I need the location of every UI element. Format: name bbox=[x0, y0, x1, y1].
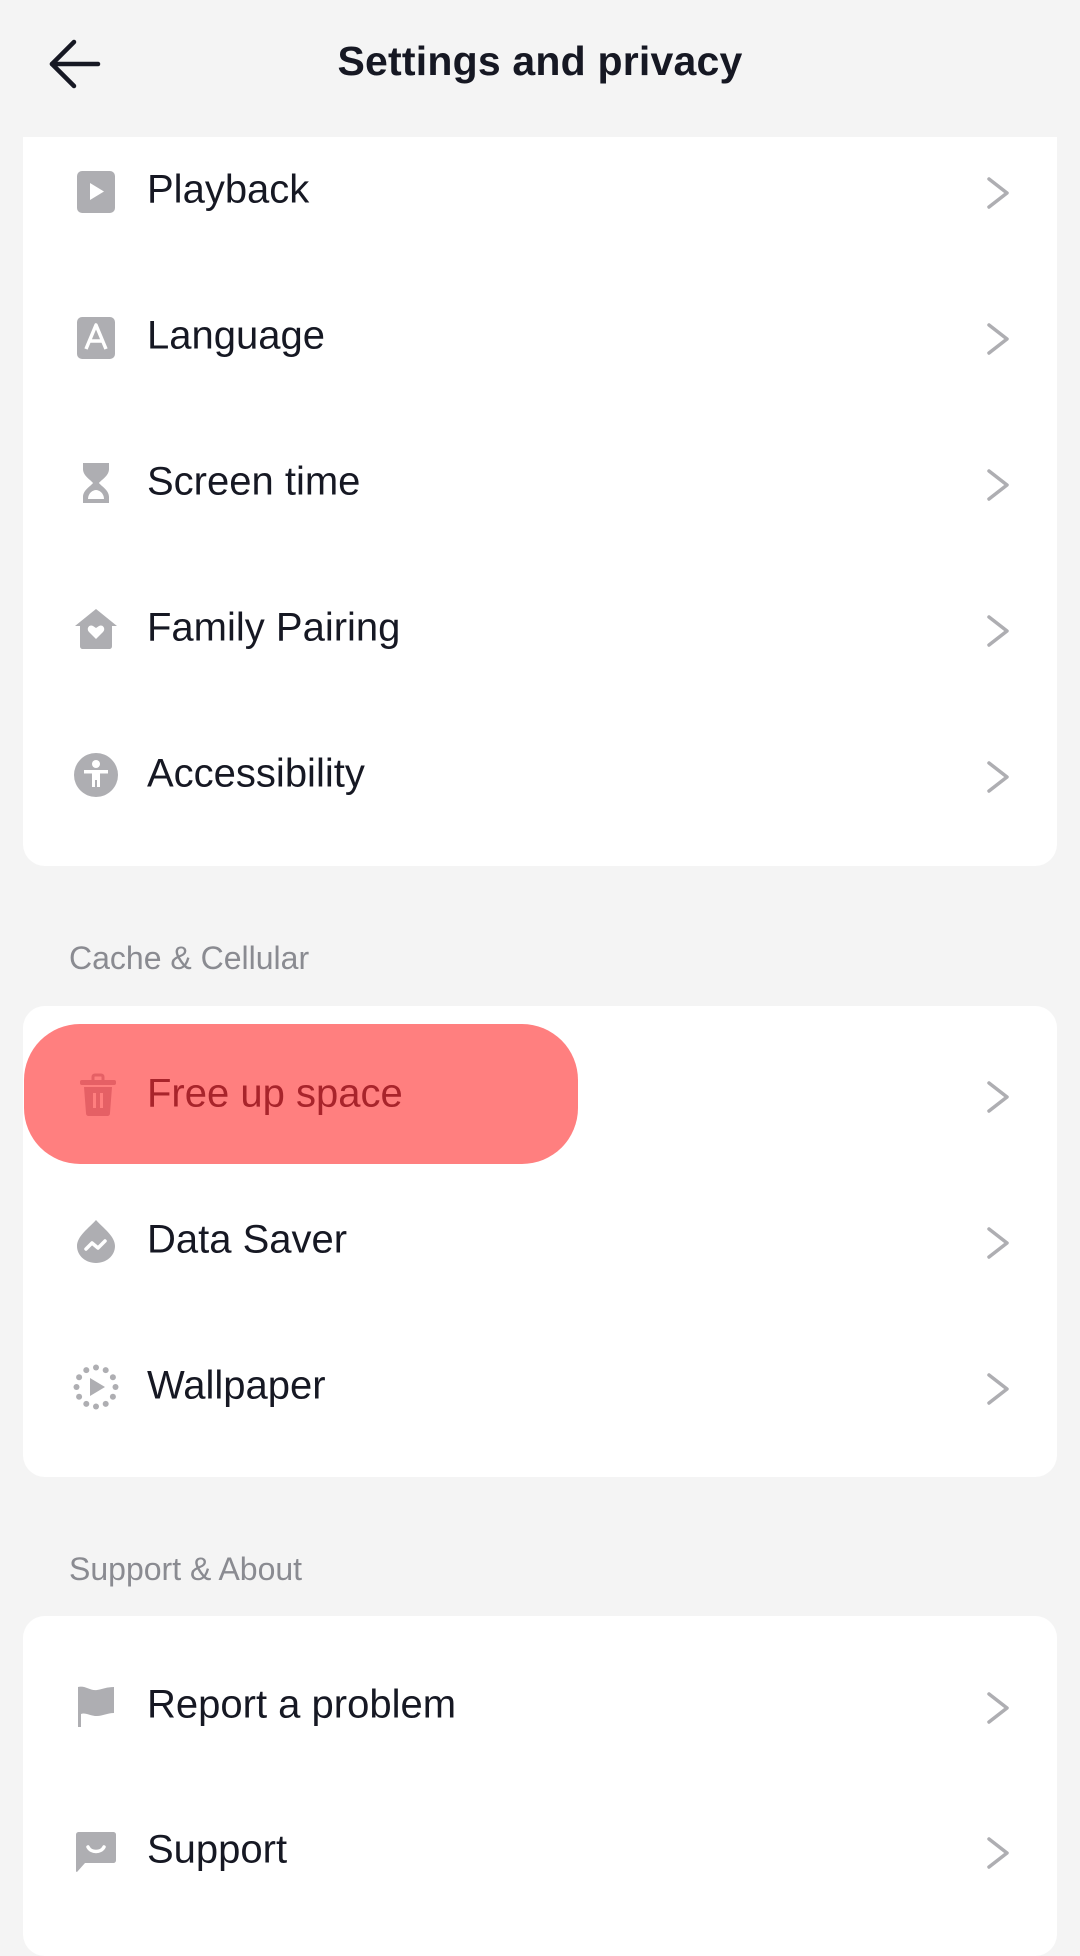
section-header-support-about: Support & About bbox=[69, 1551, 303, 1587]
settings-item-label: Screen time bbox=[147, 459, 361, 504]
trash-icon bbox=[80, 1073, 116, 1116]
header-bar: Settings and privacy bbox=[0, 0, 1080, 130]
settings-item-label: Language bbox=[147, 313, 325, 358]
settings-item-free-up-space[interactable]: Free up space bbox=[23, 1022, 1057, 1168]
flag-icon bbox=[78, 1686, 114, 1727]
settings-item-label: Report a problem bbox=[147, 1682, 457, 1727]
chevron-right-icon bbox=[987, 1837, 1009, 1869]
wallpaper-icon bbox=[73, 1364, 119, 1410]
chevron-right-icon bbox=[987, 1081, 1009, 1113]
chevron-right-icon bbox=[987, 761, 1009, 793]
section-header-cache-cellular: Cache & Cellular bbox=[69, 940, 310, 976]
accessibility-icon bbox=[74, 753, 118, 797]
droplet-icon bbox=[77, 1220, 115, 1263]
hourglass-icon bbox=[83, 463, 109, 503]
settings-group-cache-cellular-items: Free up space Data Saver Wallpaper bbox=[23, 1006, 1057, 1477]
settings-item-family-pairing[interactable]: Family Pairing bbox=[23, 556, 1057, 702]
settings-item-label: Family Pairing bbox=[147, 605, 401, 650]
settings-item-accessibility[interactable]: Accessibility bbox=[23, 702, 1057, 848]
chevron-right-icon bbox=[987, 1692, 1009, 1724]
chevron-right-icon bbox=[987, 1373, 1009, 1405]
chevron-right-icon bbox=[987, 177, 1009, 209]
chat-smile-icon bbox=[76, 1832, 116, 1872]
settings-item-support[interactable]: Support bbox=[23, 1778, 1057, 1924]
settings-item-label: Free up space bbox=[147, 1071, 403, 1116]
settings-item-data-saver[interactable]: Data Saver bbox=[23, 1168, 1057, 1314]
language-icon bbox=[77, 317, 115, 359]
settings-item-playback[interactable]: Playback bbox=[23, 118, 1057, 264]
settings-group-support-about: Report a problem Support bbox=[23, 1616, 1057, 1956]
house-heart-icon bbox=[75, 609, 117, 649]
chevron-right-icon bbox=[987, 615, 1009, 647]
settings-item-language[interactable]: Language bbox=[23, 264, 1057, 410]
settings-group-display: Playback Language Screen time Family Pai… bbox=[23, 137, 1057, 866]
page-title: Settings and privacy bbox=[337, 38, 743, 84]
play-square-icon bbox=[77, 171, 115, 213]
settings-item-wallpaper[interactable]: Wallpaper bbox=[23, 1314, 1057, 1460]
settings-item-screen-time[interactable]: Screen time bbox=[23, 410, 1057, 556]
settings-item-report-problem[interactable]: Report a problem bbox=[23, 1633, 1057, 1779]
settings-item-label: Data Saver bbox=[147, 1217, 348, 1262]
chevron-right-icon bbox=[987, 323, 1009, 355]
settings-item-label: Support bbox=[147, 1827, 288, 1872]
chevron-right-icon bbox=[987, 469, 1009, 501]
settings-item-label: Wallpaper bbox=[147, 1363, 326, 1408]
settings-item-label: Accessibility bbox=[147, 751, 365, 796]
chevron-right-icon bbox=[987, 1227, 1009, 1259]
settings-item-label: Playback bbox=[147, 167, 310, 212]
